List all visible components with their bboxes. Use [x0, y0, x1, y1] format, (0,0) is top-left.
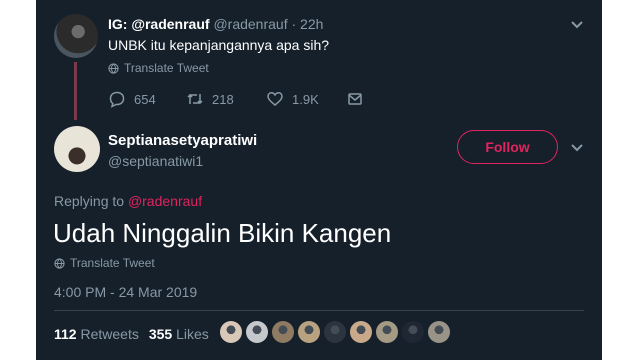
engagement-stats: 112 Retweets 355 Likes: [54, 326, 209, 342]
heart-icon: [267, 92, 283, 106]
share-button[interactable]: [346, 90, 364, 108]
liker-avatar[interactable]: [324, 321, 346, 343]
tweet-text: Udah Ninggalin Bikin Kangen: [53, 218, 392, 248]
translate-label: Translate Tweet: [70, 256, 155, 270]
likes-label: Likes: [176, 326, 209, 342]
liker-avatar[interactable]: [246, 321, 268, 343]
parent-time[interactable]: · 22h: [292, 16, 324, 32]
thread-connector-line: [74, 62, 77, 120]
liker-avatar[interactable]: [350, 321, 372, 343]
parent-display-name[interactable]: IG: @radenrauf: [108, 16, 210, 32]
like-count: 1.9K: [292, 91, 319, 107]
liker-avatar[interactable]: [402, 321, 424, 343]
translate-tweet-link[interactable]: Translate Tweet: [54, 256, 155, 270]
retweet-icon: [187, 93, 203, 105]
parent-header: IG: @radenrauf @radenrauf · 22h: [108, 16, 323, 32]
likes-stat[interactable]: 355 Likes: [149, 326, 209, 342]
reply-count: 654: [134, 91, 156, 107]
chevron-down-icon[interactable]: [570, 143, 584, 153]
translate-tweet-link[interactable]: Translate Tweet: [108, 61, 209, 75]
envelope-icon: [348, 93, 362, 105]
liker-avatar[interactable]: [272, 321, 294, 343]
retweet-count: 218: [212, 91, 234, 107]
replying-to-label: Replying to: [54, 193, 125, 209]
parent-avatar[interactable]: [54, 14, 98, 58]
translate-label: Translate Tweet: [124, 61, 209, 75]
author-avatar[interactable]: [54, 126, 100, 172]
tweet-thread: IG: @radenrauf @radenrauf · 22h UNBK itu…: [36, 0, 602, 360]
divider: [54, 310, 584, 311]
parent-tweet-text: UNBK itu kepanjangannya apa sih?: [108, 37, 330, 53]
liker-avatar[interactable]: [428, 321, 450, 343]
globe-icon: [54, 257, 65, 269]
retweets-label: Retweets: [80, 326, 139, 342]
likes-count: 355: [148, 326, 173, 342]
globe-icon: [108, 62, 119, 74]
liker-avatar[interactable]: [298, 321, 320, 343]
liker-avatars: [220, 321, 450, 343]
reply-icon: [109, 91, 125, 108]
retweet-button[interactable]: 218: [186, 90, 266, 108]
liker-avatar[interactable]: [376, 321, 398, 343]
parent-handle[interactable]: @radenrauf: [213, 16, 287, 32]
chevron-down-icon[interactable]: [570, 20, 584, 30]
author-handle[interactable]: @septianatiwi1: [108, 153, 203, 169]
like-button[interactable]: 1.9K: [266, 90, 346, 108]
reply-button[interactable]: 654: [108, 90, 186, 108]
author-display-name[interactable]: Septianasetyapratiwi: [108, 132, 257, 149]
liker-avatar[interactable]: [220, 321, 242, 343]
replying-to-mention[interactable]: @radenrauf: [128, 193, 202, 209]
parent-actions: 654 218 1.9K: [108, 90, 364, 108]
replying-to-line: Replying to @radenrauf: [54, 193, 202, 209]
retweets-stat[interactable]: 112 Retweets: [54, 326, 139, 342]
tweet-timestamp[interactable]: 4:00 PM - 24 Mar 2019: [54, 284, 197, 300]
retweets-count: 112: [54, 326, 77, 342]
follow-button[interactable]: Follow: [457, 130, 558, 164]
